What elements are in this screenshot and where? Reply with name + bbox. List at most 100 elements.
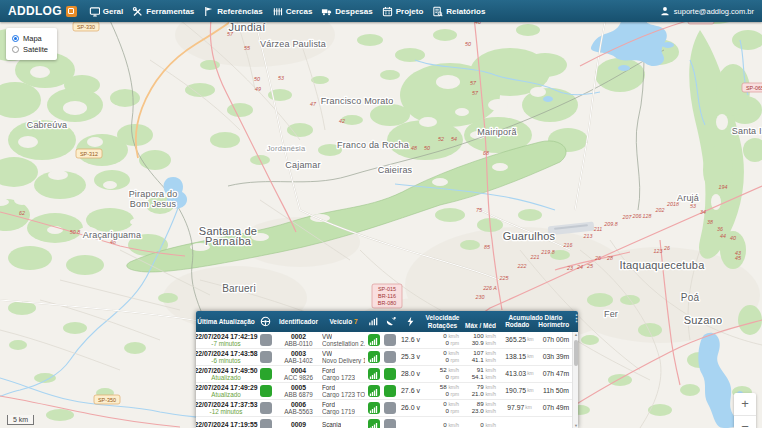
map-city-label: Caieiras	[378, 165, 413, 175]
menu-item-relatórios[interactable]: Relatórios	[432, 6, 485, 17]
vehicle-status-icon	[260, 419, 272, 428]
road-km-marker: 216	[563, 242, 573, 248]
report-icon	[432, 6, 443, 17]
road-km-marker: 62	[19, 210, 25, 216]
cell-vehicle: Scania	[322, 417, 365, 428]
radio-icon	[12, 35, 19, 42]
maptype-option-satélite[interactable]: Satélite	[12, 45, 48, 54]
signal-strength-icon	[368, 419, 380, 428]
svg-text:SP-312: SP-312	[80, 151, 98, 157]
table-row[interactable]: 22/07/2024 17:19:550009Scania0 km/h0 km/…	[196, 417, 578, 428]
map-city-label: Santa Isabel	[732, 126, 762, 136]
cell-vehicle: VWConstellation 2...	[322, 332, 365, 348]
scrollbar-thumb[interactable]	[574, 340, 578, 366]
menu-item-geral[interactable]: Geral	[89, 6, 123, 17]
road-km-marker: 68	[483, 150, 489, 156]
power-icon	[398, 311, 423, 332]
cell-rodado: 138.15 km	[499, 349, 540, 365]
road-km-marker: 207	[622, 214, 633, 220]
menu-item-projeto[interactable]: Projeto	[382, 6, 424, 17]
zoom-in-button[interactable]: +	[734, 393, 756, 416]
col-velocidade-rotacoes: VelocidadeRotações	[423, 311, 462, 332]
cell-signal	[365, 332, 382, 348]
road-shield: SP-065	[742, 83, 762, 92]
cell-voltage	[398, 417, 423, 428]
table-row[interactable]: 22/07/2024 17:43:58-6 minutos0003AAB-140…	[196, 349, 578, 366]
vehicle-status-icon	[260, 368, 272, 380]
satellite-status-icon	[384, 351, 396, 363]
map-city-label: Itaquaquecetuba	[620, 259, 706, 271]
map-city-label: Pirapora doBom Jesus	[129, 189, 178, 209]
cell-datetime: 22/07/2024 17:19:55	[196, 417, 256, 428]
map-city-label: Jordanésia	[267, 144, 306, 153]
monitor-icon	[89, 6, 100, 17]
cell-satellite	[382, 349, 398, 365]
cell-vehicle: FordCargo 1723 TOR...	[322, 383, 365, 399]
cell-horimetro	[540, 417, 572, 428]
satellite-status-icon	[384, 368, 396, 380]
table-row[interactable]: 22/07/2024 17:49:50Atualizado 0004ACC 982…	[196, 366, 578, 383]
signal-strength-icon	[368, 402, 380, 414]
col-identificador: Identificador	[275, 311, 322, 332]
menu-item-ferramentas[interactable]: Ferramentas	[132, 6, 194, 17]
map-city-label: Jundiaí	[229, 21, 266, 33]
account-email: suporte@addlog.com.br	[674, 7, 754, 16]
table-row[interactable]: 22/07/2024 17:42:19-7 minutos0002ABB-011…	[196, 332, 578, 349]
cell-identifier: 0004ACC 9826	[275, 366, 322, 382]
svg-text:BR-116: BR-116	[378, 293, 396, 299]
map-city-label: Guarulhos	[503, 230, 556, 242]
menu-item-despesas[interactable]: Despesas	[321, 6, 372, 17]
calendar-icon	[382, 6, 393, 17]
app-logo-text: ADDLOG	[8, 4, 62, 18]
road-km-marker: 57	[470, 80, 477, 86]
cell-rodado: 413.03 km	[499, 366, 540, 382]
map-zoom-control: + −	[734, 393, 756, 428]
menu-item-referências[interactable]: Referências	[203, 6, 262, 17]
signal-icon	[365, 311, 382, 332]
cell-voltage: 12.6 v	[398, 332, 423, 348]
table-row[interactable]: 22/07/2024 17:37:53-12 minutos0006AAB-55…	[196, 400, 578, 417]
account-widget[interactable]: suporte@addlog.com.br	[660, 6, 754, 16]
map-city-label: Cabreúva	[27, 120, 68, 130]
road-km-marker: 128	[643, 213, 652, 219]
table-scrollbar[interactable]: ▲ ▼	[572, 332, 578, 428]
truck-icon	[321, 6, 332, 17]
cell-datetime: 22/07/2024 17:49:50Atualizado	[196, 366, 256, 382]
svg-text:SP-015: SP-015	[378, 286, 396, 292]
road-km-marker: 36	[717, 226, 723, 232]
satellite-status-icon	[384, 385, 396, 397]
road-km-marker: 226 A	[482, 285, 497, 291]
road-km-marker: 54	[451, 136, 457, 142]
cell-rodado: 97.97 km	[499, 400, 540, 416]
cell-speed-rpm: 0 km/h0 rpm	[423, 349, 462, 365]
zoom-out-button[interactable]: −	[734, 416, 756, 428]
cell-speed-rpm: 0 km/h0 rpm	[423, 400, 462, 416]
map-city-label: Fer	[604, 309, 618, 319]
cell-datetime: 22/07/2024 17:49:29Atualizado	[196, 383, 256, 399]
cell-rodado: 190.75 km	[499, 383, 540, 399]
menu-item-label: Geral	[103, 7, 123, 16]
vehicle-status-icon	[260, 385, 272, 397]
menu-item-cercas[interactable]: Cercas	[272, 6, 313, 17]
cell-satellite	[382, 417, 398, 428]
cell-signal	[365, 366, 382, 382]
col-veiculo: Veículo 7	[322, 311, 365, 332]
table-body: 22/07/2024 17:42:19-7 minutos0002ABB-011…	[196, 332, 578, 428]
table-row[interactable]: 22/07/2024 17:49:29Atualizado 0005ABB 687…	[196, 383, 578, 400]
cell-datetime: 22/07/2024 17:37:53-12 minutos	[196, 400, 256, 416]
road-km-marker: 26	[594, 255, 601, 261]
road-km-marker: 23	[566, 265, 573, 271]
svg-text:SP-350: SP-350	[98, 397, 116, 403]
menu-item-label: Referências	[217, 7, 262, 16]
menu-item-label: Ferramentas	[146, 7, 194, 16]
vehicle-status-icon	[260, 402, 272, 414]
table-menu-icon[interactable]: ⋮	[572, 313, 578, 323]
map-type-control: Mapa Satélite	[6, 28, 57, 60]
vehicle-status-icon	[260, 334, 272, 346]
cell-datetime: 22/07/2024 17:42:19-7 minutos	[196, 332, 256, 348]
cell-identifier: 0005ABB 6879	[275, 383, 322, 399]
cell-vehicle: FordCargo 1719	[322, 400, 365, 416]
road-km-marker: 45	[735, 255, 741, 261]
user-icon	[660, 6, 670, 16]
maptype-option-mapa[interactable]: Mapa	[12, 34, 48, 43]
